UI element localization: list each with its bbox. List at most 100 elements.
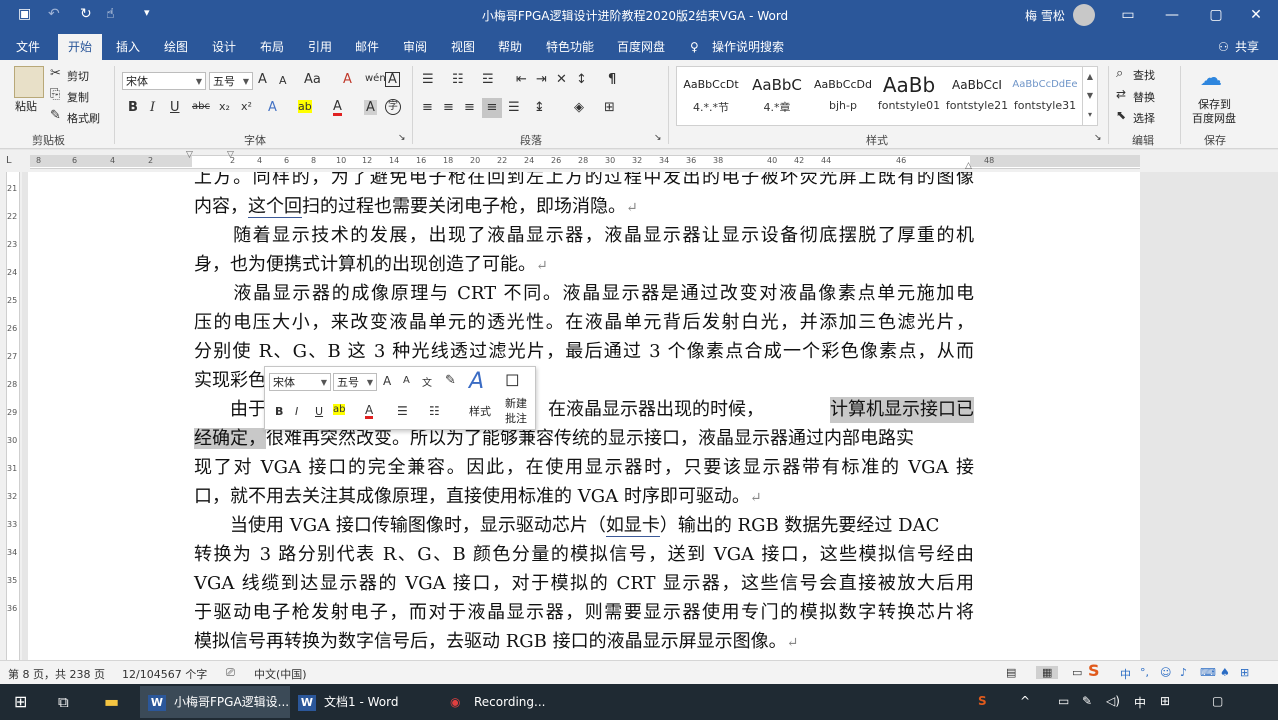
- customize-toolbar-icon[interactable]: ▾: [144, 6, 150, 19]
- save-icon[interactable]: ▣: [18, 6, 31, 22]
- taskbar-app-word-new[interactable]: W 文档1 - Word: [292, 686, 440, 718]
- tab-help[interactable]: 帮助: [496, 36, 524, 60]
- phonetic-guide-icon[interactable]: 文: [422, 374, 432, 389]
- minimize-button[interactable]: —: [1150, 0, 1194, 32]
- select-icon[interactable]: ⬉: [1116, 108, 1126, 122]
- vertical-ruler[interactable]: 21 22 23 24 25 26 27 28 29 30 31 32 33 3…: [0, 172, 22, 660]
- shrink-font-icon[interactable]: A: [279, 74, 287, 87]
- align-right-icon[interactable]: ≡: [464, 100, 475, 115]
- punctuation-icon[interactable]: °,: [1140, 666, 1149, 679]
- select-button[interactable]: 选择: [1133, 110, 1155, 126]
- style-item[interactable]: AaBb fontstyle01: [876, 71, 942, 112]
- right-indent-icon[interactable]: △: [965, 161, 972, 171]
- tab-baidu-netdisk[interactable]: 百度网盘: [615, 36, 667, 60]
- font-name-combo[interactable]: 宋体 ▼: [122, 72, 206, 90]
- sogou-ime-icon[interactable]: S: [1088, 661, 1100, 680]
- volume-icon[interactable]: ◁): [1106, 694, 1120, 708]
- numbering-icon[interactable]: ☷: [452, 72, 464, 87]
- windows-start-icon[interactable]: ⊞: [14, 684, 27, 720]
- paste-icon[interactable]: [14, 66, 44, 98]
- cut-button[interactable]: 剪切: [67, 68, 89, 84]
- sort-icon[interactable]: ↕: [576, 72, 587, 87]
- align-center-icon[interactable]: ≡: [443, 100, 454, 115]
- italic-button[interactable]: I: [150, 100, 155, 115]
- save-to-baidu-label-2[interactable]: 百度网盘: [1192, 110, 1236, 126]
- tell-me-search[interactable]: 操作说明搜索: [710, 36, 786, 60]
- highlight-color-icon[interactable]: ab: [298, 100, 312, 113]
- ribbon-display-options-button[interactable]: ▭: [1106, 0, 1150, 32]
- redo-icon[interactable]: ↻: [80, 6, 92, 22]
- tab-special-features[interactable]: 特色功能: [544, 36, 596, 60]
- font-color-icon[interactable]: A: [333, 100, 342, 116]
- format-painter-button[interactable]: 格式刷: [67, 110, 100, 126]
- tab-file[interactable]: 文件: [14, 36, 42, 60]
- tab-home[interactable]: 开始: [58, 34, 103, 60]
- shrink-font-icon[interactable]: A: [403, 375, 410, 386]
- styles-icon[interactable]: A: [469, 369, 484, 394]
- proofing-icon[interactable]: ⎚: [226, 666, 235, 680]
- maximize-button[interactable]: ▢: [1194, 0, 1238, 32]
- print-layout-icon[interactable]: ▦: [1036, 666, 1059, 679]
- share-button[interactable]: 共享: [1233, 36, 1261, 60]
- paste-button[interactable]: 粘贴: [15, 98, 37, 114]
- tab-insert[interactable]: 插入: [114, 36, 142, 60]
- tab-draw[interactable]: 绘图: [162, 36, 190, 60]
- enclose-characters-icon[interactable]: 字: [385, 99, 401, 115]
- justify-icon[interactable]: ≡: [482, 98, 502, 118]
- superscript-button[interactable]: x²: [241, 100, 252, 113]
- highlight-color-icon[interactable]: ab: [333, 404, 346, 415]
- chevron-up-icon[interactable]: ^: [1020, 694, 1030, 708]
- mini-size-combo[interactable]: 五号 ▼: [333, 373, 377, 391]
- language-indicator[interactable]: 中文(中国): [254, 666, 307, 682]
- bullets-icon[interactable]: ☰: [422, 72, 434, 87]
- grow-font-icon[interactable]: A: [258, 72, 267, 87]
- notification-icon[interactable]: ▢: [1212, 694, 1223, 708]
- tab-view[interactable]: 视图: [449, 36, 477, 60]
- horizontal-ruler[interactable]: L 8 6 4 2 2 4 6 8 10 12 14 16 18 20 22 2…: [0, 150, 1278, 172]
- microphone-icon[interactable]: ♪: [1180, 666, 1187, 679]
- tab-selector-icon[interactable]: L: [6, 155, 12, 166]
- italic-button[interactable]: I: [295, 405, 298, 418]
- dialog-launcher-icon[interactable]: ↘: [654, 133, 662, 143]
- scissors-icon[interactable]: ✂: [50, 66, 61, 81]
- new-comment-label-2[interactable]: 批注: [505, 410, 527, 426]
- mini-styles-label[interactable]: 样式: [469, 403, 491, 419]
- tab-layout[interactable]: 布局: [258, 36, 286, 60]
- toolbox-icon[interactable]: ⊞: [1240, 666, 1249, 679]
- user-name[interactable]: 梅 雪松: [1025, 7, 1065, 24]
- increase-indent-icon[interactable]: ⇥: [536, 72, 547, 87]
- new-comment-label-1[interactable]: 新建: [505, 395, 527, 411]
- tab-review[interactable]: 审阅: [401, 36, 429, 60]
- pen-icon[interactable]: ✎: [1082, 694, 1092, 708]
- style-item[interactable]: AaBbCcI fontstyle21: [944, 71, 1010, 112]
- ime-tray-mode[interactable]: 中: [1134, 694, 1146, 711]
- line-spacing-icon[interactable]: ↨: [534, 100, 545, 115]
- text-effects-icon[interactable]: A: [268, 100, 277, 115]
- dialog-launcher-icon[interactable]: ↘: [398, 133, 406, 143]
- clear-formatting-icon[interactable]: A: [343, 72, 352, 87]
- mini-font-combo[interactable]: 宋体 ▼: [269, 373, 331, 391]
- gallery-scroll[interactable]: ▲ ▼ ▾: [1082, 67, 1097, 125]
- indent-marker-icon[interactable]: ▽: [186, 150, 193, 160]
- find-button[interactable]: 查找: [1133, 67, 1155, 83]
- strikethrough-button[interactable]: abc: [192, 101, 210, 112]
- tab-references[interactable]: 引用: [306, 36, 334, 60]
- copy-icon[interactable]: ⎘: [50, 87, 60, 102]
- copy-button[interactable]: 复制: [67, 89, 89, 105]
- sogou-tray-icon[interactable]: S: [978, 694, 987, 708]
- phonetic-guide-icon[interactable]: wén: [365, 73, 386, 84]
- style-item[interactable]: AaBbCcDt 4.*.*节: [678, 71, 744, 115]
- input-method-icon[interactable]: ⊞: [1160, 694, 1170, 708]
- web-layout-icon[interactable]: ▭: [1072, 666, 1082, 679]
- vertical-scrollbar[interactable]: [1140, 172, 1158, 660]
- skin-icon[interactable]: ♠: [1220, 666, 1230, 679]
- style-item[interactable]: AaBbC 4.*章: [744, 71, 810, 115]
- baidu-netdisk-icon[interactable]: ☁: [1200, 66, 1222, 91]
- character-border-icon[interactable]: A: [385, 72, 400, 87]
- new-comment-icon[interactable]: ◻: [505, 369, 520, 390]
- dialog-launcher-icon[interactable]: ↘: [1094, 133, 1102, 143]
- avatar[interactable]: [1073, 4, 1095, 26]
- character-shading-icon[interactable]: A: [364, 100, 377, 115]
- emoji-icon[interactable]: ☺: [1160, 666, 1171, 679]
- file-explorer-icon[interactable]: ▬: [104, 684, 119, 720]
